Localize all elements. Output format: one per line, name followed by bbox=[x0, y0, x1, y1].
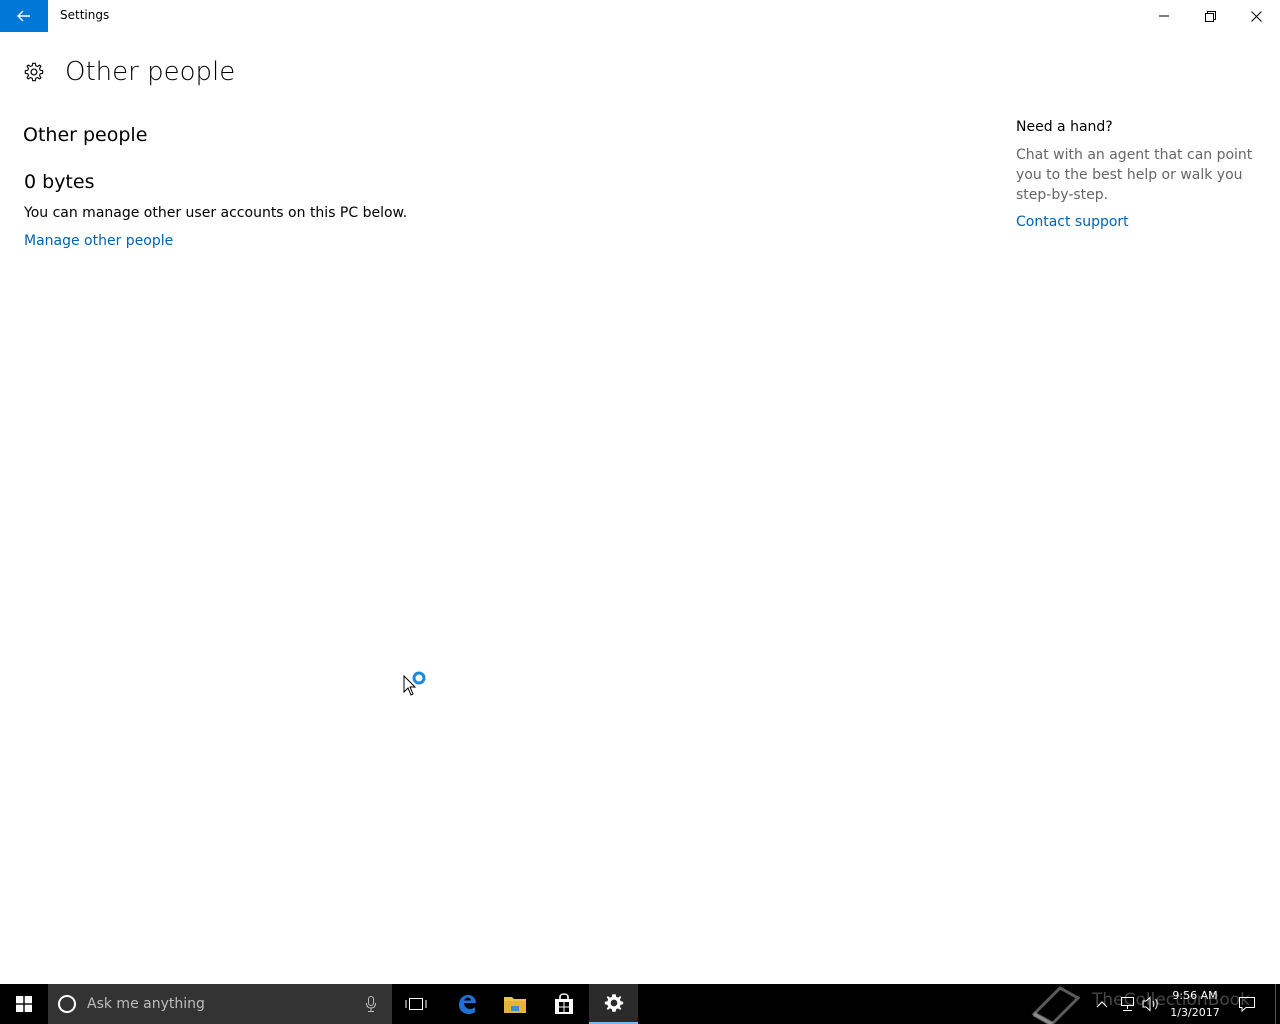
close-button[interactable] bbox=[1233, 0, 1279, 32]
minimize-icon bbox=[1159, 15, 1169, 17]
description-text: You can manage other user accounts on th… bbox=[24, 205, 408, 221]
cortana-icon bbox=[58, 995, 76, 1013]
action-center-icon bbox=[1239, 997, 1255, 1012]
help-text: Chat with an agent that can point you to… bbox=[1016, 147, 1253, 203]
restore-button[interactable] bbox=[1187, 0, 1233, 32]
start-button[interactable] bbox=[0, 984, 48, 1024]
close-icon bbox=[1250, 10, 1262, 22]
help-title: Need a hand? bbox=[1016, 119, 1113, 135]
section-title: Other people bbox=[23, 124, 148, 146]
gear-icon bbox=[24, 62, 44, 82]
task-view-button[interactable] bbox=[392, 984, 440, 1024]
window-title: Settings bbox=[60, 8, 110, 22]
book-watermark-icon bbox=[1031, 986, 1081, 1024]
network-icon bbox=[1121, 997, 1134, 1011]
storage-size: 0 bytes bbox=[24, 171, 95, 193]
show-desktop-divider[interactable] bbox=[1275, 984, 1276, 1024]
minimize-button[interactable] bbox=[1141, 0, 1187, 32]
chevron-up-icon bbox=[1096, 1001, 1108, 1008]
edge-icon bbox=[459, 995, 476, 1014]
settings-taskbar-button[interactable] bbox=[589, 984, 638, 1024]
title-bar: Settings bbox=[0, 0, 1280, 32]
clock[interactable]: 9:56 AM 1/3/2017 bbox=[1166, 987, 1224, 1021]
file-explorer-icon bbox=[504, 997, 526, 1013]
contact-support-link[interactable]: Contact support bbox=[1016, 214, 1129, 230]
page-title: Other people bbox=[65, 57, 236, 87]
taskbar: Ask me anything TheCollectionBook 9:56 A… bbox=[0, 984, 1280, 1024]
settings-icon bbox=[604, 994, 623, 1012]
manage-other-people-link[interactable]: Manage other people bbox=[24, 231, 173, 251]
network-button[interactable] bbox=[1116, 984, 1138, 1024]
back-button[interactable] bbox=[0, 0, 48, 32]
clock-date: 1/3/2017 bbox=[1170, 1006, 1220, 1019]
microphone-icon[interactable] bbox=[366, 996, 376, 1012]
help-panel: Need a hand? Chat with an agent that can… bbox=[1016, 117, 1256, 232]
volume-icon bbox=[1142, 996, 1158, 1012]
clock-time: 9:56 AM bbox=[1172, 989, 1218, 1002]
show-hidden-icons-button[interactable] bbox=[1094, 984, 1110, 1024]
restore-icon bbox=[1204, 10, 1216, 22]
back-arrow-icon bbox=[17, 10, 30, 22]
windows-start-icon bbox=[16, 996, 32, 1012]
file-explorer-taskbar-button[interactable] bbox=[491, 984, 539, 1024]
search-placeholder: Ask me anything bbox=[87, 996, 205, 1012]
action-center-button[interactable] bbox=[1234, 984, 1260, 1024]
cortana-search-box[interactable]: Ask me anything bbox=[48, 984, 392, 1024]
store-icon bbox=[555, 993, 573, 1014]
store-taskbar-button[interactable] bbox=[540, 984, 588, 1024]
task-view-icon bbox=[405, 998, 427, 1010]
volume-button[interactable] bbox=[1140, 984, 1162, 1024]
edge-taskbar-button[interactable] bbox=[443, 984, 491, 1024]
busy-cursor-icon bbox=[403, 671, 426, 696]
